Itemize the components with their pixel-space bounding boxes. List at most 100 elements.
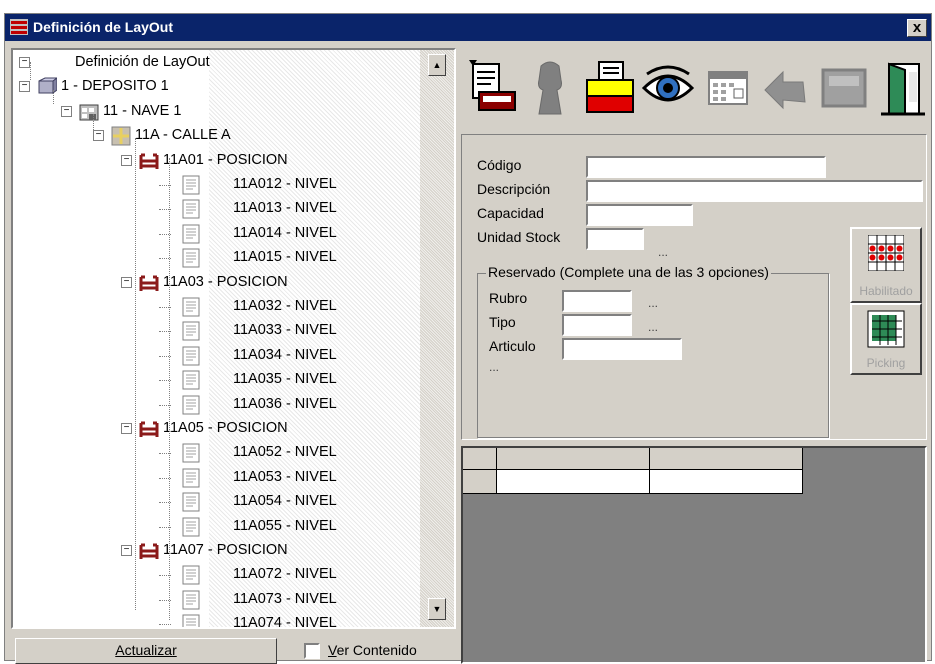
- rubro-label: Rubro: [489, 290, 528, 306]
- reservado-title: Reservado (Complete una de las 3 opcione…: [486, 264, 771, 280]
- tipo-field[interactable]: [562, 314, 632, 336]
- codigo-label: Código: [477, 157, 522, 173]
- reservado-group: Reservado (Complete una de las 3 opcione…: [477, 264, 829, 438]
- tree-node-label: 11A05 - POSICION: [163, 420, 288, 436]
- articulo-lookup[interactable]: ...: [489, 360, 499, 374]
- tree-node-label: 11A035 - NIVEL: [233, 371, 337, 388]
- collapse-toggle[interactable]: −: [19, 57, 30, 68]
- tree-node-label: 11A053 - NIVEL: [233, 468, 337, 485]
- ver-contenido-checkbox[interactable]: [304, 643, 320, 659]
- nivel-icon: [181, 175, 201, 195]
- nivel-icon: [181, 248, 201, 268]
- nivel-icon: [181, 443, 201, 463]
- layout-tree[interactable]: − Definición de LayOut − 1 - DEPOSITO 1 − 11 …: [13, 50, 420, 627]
- tree-node-label: 11A074 - NIVEL: [233, 615, 337, 627]
- collapse-toggle[interactable]: −: [121, 154, 132, 166]
- tree-node-label: 11A032 - NIVEL: [233, 298, 337, 314]
- deposito-icon: [37, 77, 59, 97]
- collapse-toggle[interactable]: −: [61, 105, 72, 117]
- nivel-icon: [181, 199, 201, 219]
- tree-node-label: 11A073 - NIVEL: [233, 590, 337, 607]
- nivel-icon: [181, 468, 201, 488]
- tree-node-label: 11A015 - NIVEL: [233, 249, 337, 266]
- collapse-toggle[interactable]: −: [19, 81, 30, 93]
- nivel-icon: [181, 370, 201, 390]
- tree-node-label: 11A013 - NIVEL: [233, 200, 337, 217]
- nivel-icon: [181, 395, 201, 415]
- posicion-icon: [139, 151, 159, 171]
- ver-contenido-label[interactable]: Ver Contenido: [328, 642, 417, 658]
- eye-icon[interactable]: [641, 58, 695, 118]
- app-icon: [10, 19, 28, 35]
- tree-vertical-scrollbar[interactable]: ▲ ▼: [420, 50, 454, 627]
- unidad-stock-lookup[interactable]: ...: [658, 245, 668, 259]
- articulo-label: Articulo: [489, 338, 536, 354]
- tree-node-label: 11 - NAVE 1: [103, 102, 182, 119]
- picking-icon: [867, 310, 905, 348]
- rubro-lookup[interactable]: ...: [648, 296, 658, 310]
- tree-node-label: 11A07 - POSICION: [163, 542, 288, 558]
- unidad-stock-field[interactable]: [586, 228, 644, 250]
- codigo-field[interactable]: [586, 156, 826, 178]
- grid-column-header[interactable]: [497, 448, 650, 470]
- printer-icon[interactable]: [583, 58, 637, 118]
- tree-node-label: 1 - DEPOSITO 1: [61, 78, 169, 95]
- collapse-toggle[interactable]: −: [121, 545, 132, 556]
- back-arrow-icon[interactable]: [759, 58, 813, 118]
- exit-door-icon[interactable]: [875, 58, 929, 118]
- nivel-icon: [181, 590, 201, 610]
- grid-row-header[interactable]: [463, 470, 497, 494]
- actualizar-button[interactable]: Actualizar: [15, 638, 277, 664]
- tipo-label: Tipo: [489, 314, 516, 330]
- nivel-icon: [181, 492, 201, 512]
- posicion-icon: [139, 541, 159, 561]
- layout-window: Definición de LayOut x − Definición de La…: [4, 13, 932, 664]
- descripcion-field[interactable]: [586, 180, 923, 202]
- print-preview-icon[interactable]: [465, 58, 519, 118]
- tree-node-label: 11A014 - NIVEL: [233, 224, 337, 241]
- descripcion-label: Descripción: [477, 181, 551, 197]
- tree-node-label: 11A054 - NIVEL: [233, 493, 337, 510]
- habilitado-button[interactable]: Habilitado: [850, 227, 922, 303]
- nivel-icon: [181, 224, 201, 244]
- grid-cell[interactable]: [650, 470, 803, 494]
- picking-label: Picking: [866, 356, 906, 370]
- scroll-down-button[interactable]: ▼: [428, 598, 446, 620]
- tree-node-label: Definición de LayOut: [75, 54, 210, 70]
- grid-dots-icon: [868, 235, 904, 271]
- picking-button[interactable]: Picking: [850, 303, 922, 375]
- tree-node-label: 11A036 - NIVEL: [233, 395, 337, 412]
- posicion-icon: [139, 273, 159, 293]
- data-grid[interactable]: [461, 446, 927, 664]
- nave-icon: [79, 102, 99, 122]
- title-bar[interactable]: Definición de LayOut x: [5, 14, 931, 41]
- person-icon[interactable]: [523, 58, 577, 118]
- grid-cell[interactable]: [497, 470, 650, 494]
- toolbar: [461, 48, 927, 128]
- tree-node-label: 11A03 - POSICION: [163, 273, 288, 290]
- capacidad-field[interactable]: [586, 204, 693, 226]
- tipo-lookup[interactable]: ...: [648, 320, 658, 334]
- calle-icon: [111, 126, 131, 146]
- calendar-icon[interactable]: [701, 58, 755, 118]
- collapse-toggle[interactable]: −: [121, 423, 132, 434]
- nivel-icon: [181, 321, 201, 341]
- tree-node-label: 11A012 - NIVEL: [233, 176, 337, 192]
- collapse-toggle[interactable]: −: [121, 276, 132, 288]
- nivel-icon: [181, 297, 201, 317]
- grid-column-header[interactable]: [650, 448, 803, 470]
- tree-node-label: 11A033 - NIVEL: [233, 322, 337, 339]
- actualizar-label: Actualizar: [115, 642, 177, 658]
- capacidad-label: Capacidad: [477, 205, 544, 221]
- tree-node-label: 11A034 - NIVEL: [233, 346, 337, 363]
- nivel-icon: [181, 517, 201, 537]
- rubro-field[interactable]: [562, 290, 632, 312]
- scroll-up-button[interactable]: ▲: [428, 54, 446, 76]
- layout-form: Código Descripción Capacidad Unidad Stoc…: [461, 134, 927, 440]
- close-button[interactable]: x: [907, 19, 927, 37]
- collapse-toggle[interactable]: −: [93, 130, 104, 142]
- posicion-icon: [139, 419, 159, 439]
- habilitado-label: Habilitado: [859, 284, 913, 298]
- stop-icon[interactable]: [817, 58, 871, 118]
- articulo-field[interactable]: [562, 338, 682, 360]
